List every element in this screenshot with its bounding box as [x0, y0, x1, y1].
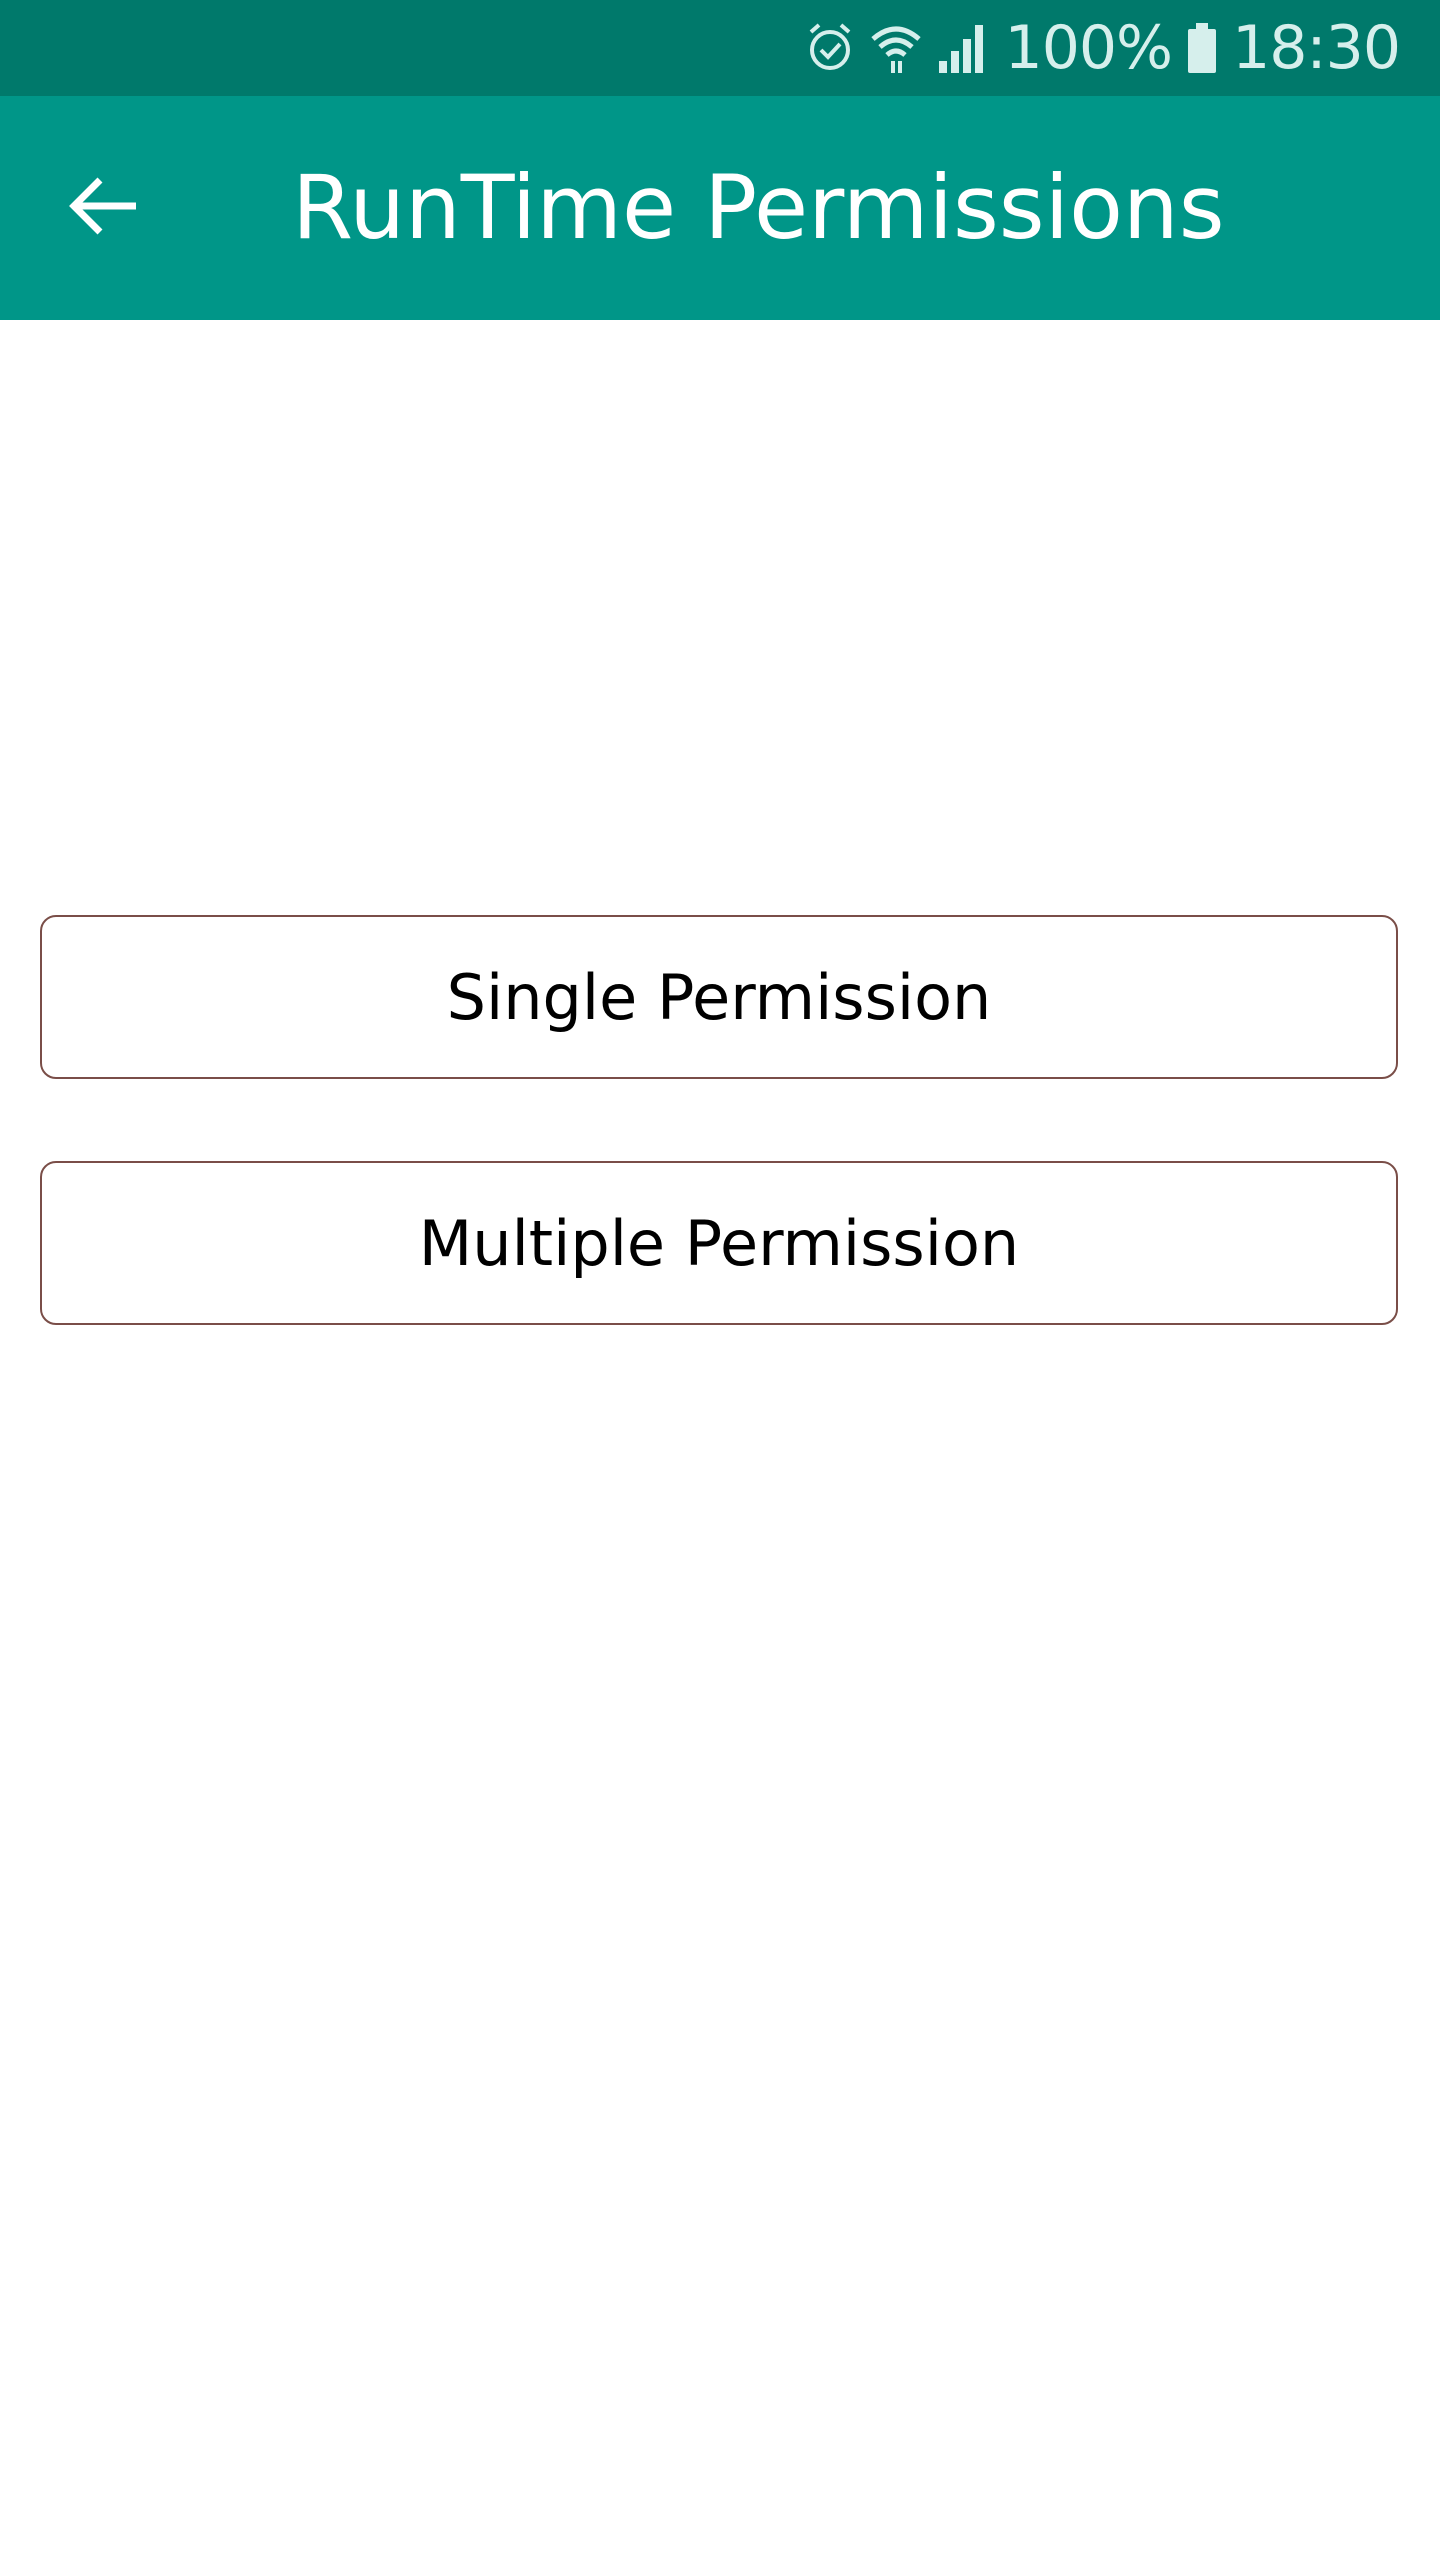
wifi-icon	[869, 21, 923, 75]
battery-text: 100%	[1004, 13, 1174, 83]
back-button[interactable]	[32, 136, 176, 280]
toolbar: RunTime Permissions	[0, 96, 1440, 320]
single-permission-button[interactable]: Single Permission	[40, 915, 1398, 1079]
status-bar: 100% 18:30	[0, 0, 1440, 96]
alarm-icon	[805, 20, 855, 76]
status-icons: 100% 18:30	[805, 0, 1401, 96]
page-title: RunTime Permissions	[292, 156, 1225, 259]
status-time: 18:30	[1232, 13, 1401, 83]
multiple-permission-button[interactable]: Multiple Permission	[40, 1161, 1398, 1325]
arrow-back-icon	[68, 174, 140, 242]
battery-icon	[1186, 21, 1218, 75]
signal-icon	[937, 21, 991, 75]
main-content	[0, 320, 1440, 2560]
